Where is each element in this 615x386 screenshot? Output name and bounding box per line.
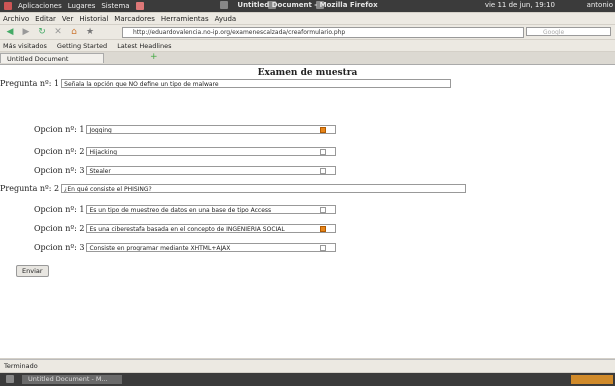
q2-option-2-label: Opcion nº: 2 <box>34 224 85 233</box>
menu-aplicaciones[interactable]: Aplicaciones <box>18 2 62 10</box>
tab-bar: Untitled Document + <box>0 52 615 65</box>
question-1-label: Pregunta nº: 1 <box>0 79 60 88</box>
forward-icon[interactable]: ▶ <box>20 27 32 38</box>
q1-option-2-label: Opcion nº: 2 <box>34 147 85 156</box>
menu-historial[interactable]: Historial <box>79 15 108 23</box>
q2-option-3-checkbox[interactable] <box>320 245 326 251</box>
status-bar: Terminado <box>0 359 615 372</box>
search-input[interactable]: Google <box>526 27 611 36</box>
menu-marcadores[interactable]: Marcadores <box>114 15 155 23</box>
firefox-menubar: Archivo Editar Ver Historial Marcadores … <box>0 13 615 24</box>
url-bar[interactable]: http://eduardovalencia.no-ip.org/examene… <box>122 27 524 38</box>
navigation-toolbar: ◀ ▶ ↻ ✕ ⌂ ★ http://eduardovalencia.no-ip… <box>0 25 615 39</box>
show-desktop-icon[interactable] <box>6 375 14 383</box>
menu-editar[interactable]: Editar <box>35 15 56 23</box>
q2-option-1-label: Opcion nº: 1 <box>34 205 85 214</box>
question-1-row: Pregunta nº: 1 Señala la opción que NO d… <box>0 79 452 88</box>
panel-network-icon[interactable] <box>316 1 324 9</box>
back-icon[interactable]: ◀ <box>4 27 16 38</box>
q1-option-1-input[interactable]: Jogging <box>86 125 337 134</box>
q2-option-3-input[interactable]: Consiste en programar mediante XHTML+AJA… <box>86 243 337 252</box>
submit-button[interactable]: Enviar <box>16 265 49 277</box>
q2-option-2-checkbox[interactable] <box>320 226 326 232</box>
bookmark-latest-headlines[interactable]: Latest Headlines <box>117 42 171 50</box>
question-2-label: Pregunta nº: 2 <box>0 184 60 193</box>
menu-ayuda[interactable]: Ayuda <box>215 15 237 23</box>
menu-lugares[interactable]: Lugares <box>68 2 96 10</box>
bottom-taskbar: Untitled Document - M... <box>0 373 615 386</box>
q2-option-3-label: Opcion nº: 3 <box>34 243 85 252</box>
taskbar-window-button[interactable]: Untitled Document - M... <box>22 375 122 384</box>
gnome-foot-icon <box>4 2 12 10</box>
q1-option-3-checkbox[interactable] <box>320 168 326 174</box>
q1-option-3-input[interactable]: Stealer <box>86 166 337 175</box>
q2-option-2-input[interactable]: Es una ciberestafa basada en el concepto… <box>86 224 337 233</box>
clock[interactable]: vie 11 de jun, 19:10 <box>485 1 555 9</box>
stop-icon[interactable]: ✕ <box>52 27 64 38</box>
menu-ver[interactable]: Ver <box>62 15 73 23</box>
q1-option-1-row: Opcion nº: 1 Jogging <box>34 125 337 134</box>
q1-option-2-row: Opcion nº: 2 Hijacking <box>34 147 337 156</box>
menu-herramientas[interactable]: Herramientas <box>161 15 209 23</box>
q1-option-2-checkbox[interactable] <box>320 149 326 155</box>
panel-app-icon[interactable] <box>220 1 228 9</box>
q2-option-2-row: Opcion nº: 2 Es una ciberestafa basada e… <box>34 224 337 233</box>
bookmark-getting-started[interactable]: Getting Started <box>57 42 107 50</box>
user-name[interactable]: antonio <box>587 1 613 9</box>
page-content: Examen de muestra Pregunta nº: 1 Señala … <box>0 65 615 358</box>
bookmark-most-visited[interactable]: Más visitados <box>3 42 47 50</box>
home-icon[interactable]: ⌂ <box>68 27 80 38</box>
q2-option-3-row: Opcion nº: 3 Consiste en programar media… <box>34 243 337 252</box>
q2-option-1-row: Opcion nº: 1 Es un tipo de muestreo de d… <box>34 205 337 214</box>
launcher-icon[interactable] <box>135 2 144 10</box>
question-2-text[interactable]: ¿En qué consiste el PHISING? <box>61 184 467 193</box>
panel-trash-icon[interactable] <box>268 1 276 9</box>
question-2-row: Pregunta nº: 2 ¿En qué consiste el PHISI… <box>0 184 467 193</box>
q2-option-1-checkbox[interactable] <box>320 207 326 213</box>
bookmark-icon[interactable]: ★ <box>84 27 96 38</box>
menu-archivo[interactable]: Archivo <box>3 15 29 23</box>
q1-option-1-label: Opcion nº: 1 <box>34 125 85 134</box>
page-title: Examen de muestra <box>257 68 358 78</box>
menu-sistema[interactable]: Sistema <box>101 2 129 10</box>
q1-option-3-row: Opcion nº: 3 Stealer <box>34 166 337 175</box>
system-top-panel: Aplicaciones Lugares Sistema Untitled Do… <box>0 0 615 12</box>
q2-option-1-input[interactable]: Es un tipo de muestreo de datos en una b… <box>86 205 337 214</box>
q1-option-1-checkbox[interactable] <box>320 127 326 133</box>
tray-area[interactable] <box>571 375 613 384</box>
tab-untitled-document[interactable]: Untitled Document <box>0 53 104 63</box>
question-1-text[interactable]: Señala la opción que NO define un tipo d… <box>61 79 452 88</box>
new-tab-icon[interactable]: + <box>150 52 158 62</box>
bookmarks-toolbar: Más visitados Getting Started Latest Hea… <box>0 40 615 51</box>
q1-option-2-input[interactable]: Hijacking <box>86 147 337 156</box>
reload-icon[interactable]: ↻ <box>36 27 48 38</box>
q1-option-3-label: Opcion nº: 3 <box>34 166 85 175</box>
